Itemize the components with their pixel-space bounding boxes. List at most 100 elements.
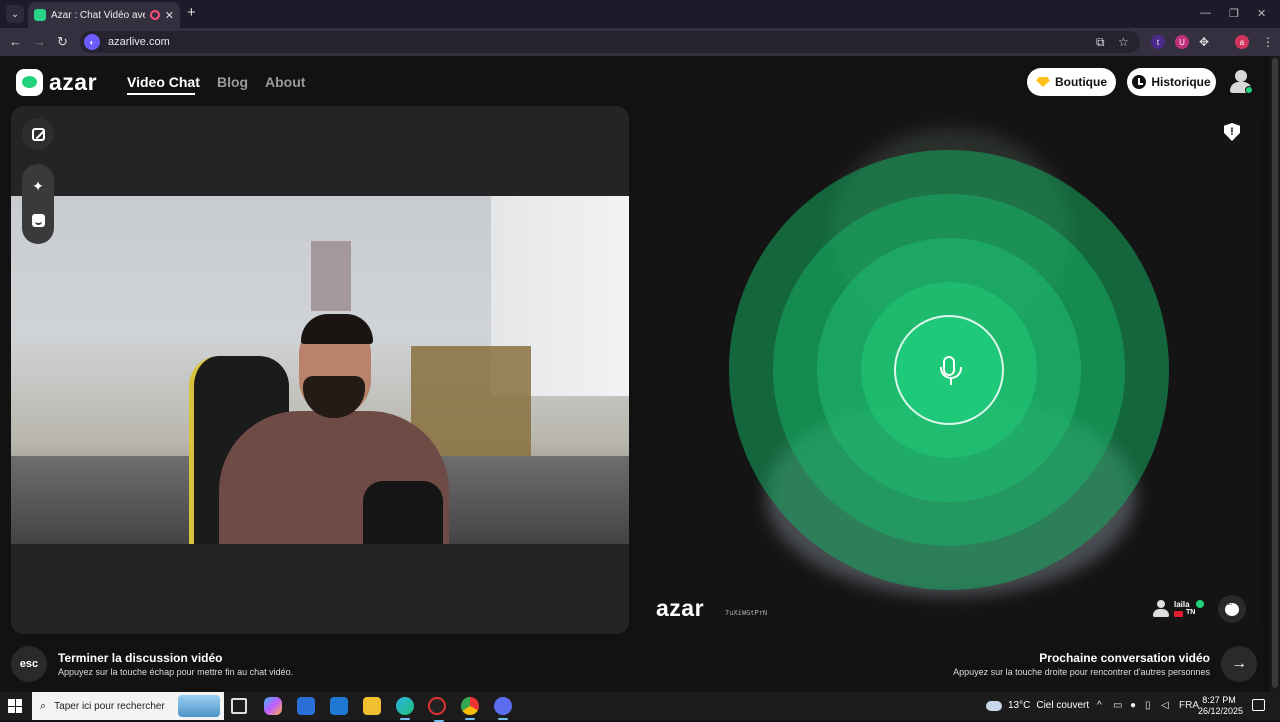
browser-toolbar: ← → ↻ ◐ azarlive.com ⧉ ☆ t U ✥ a ⋮ xyxy=(0,28,1280,56)
scrollbar-thumb[interactable] xyxy=(1272,58,1278,688)
expand-video-button[interactable] xyxy=(22,118,54,150)
taskbar-search-box[interactable]: ⌕ Taper ici pour rechercher xyxy=(32,692,224,720)
extensions-puzzle-icon[interactable]: ✥ xyxy=(1199,35,1209,49)
recording-indicator-icon xyxy=(149,10,160,20)
nav-video-chat[interactable]: Video Chat xyxy=(127,74,200,90)
azar-watermark-logo: azar xyxy=(656,595,705,621)
microphone-tray-icon[interactable]: ● xyxy=(1130,700,1136,711)
sticker-face-icon xyxy=(31,213,45,227)
video-microphone xyxy=(363,481,443,544)
expand-icon xyxy=(31,127,45,141)
partner-video-panel: ! azar 7uXiWGtPrN laila TN xyxy=(641,106,1259,634)
peer-name: laila xyxy=(1174,600,1190,609)
peer-avatar-icon[interactable] xyxy=(1153,600,1169,618)
peer-country: TN xyxy=(1186,609,1196,616)
show-hidden-icons-chevron-icon[interactable]: ^ xyxy=(1097,700,1102,711)
discord-icon[interactable] xyxy=(494,697,512,720)
install-app-icon[interactable]: ⧉ xyxy=(1096,35,1105,49)
forward-button[interactable]: → xyxy=(33,34,46,50)
boutique-label: Boutique xyxy=(1055,75,1107,89)
new-tab-button[interactable]: + xyxy=(187,5,196,21)
copilot-icon[interactable] xyxy=(264,697,282,715)
bookmark-star-icon[interactable]: ☆ xyxy=(1118,35,1129,49)
azar-logo[interactable]: azar xyxy=(16,69,97,96)
browser-tab-azar[interactable]: Azar : Chat Vidéo avec de n ✕ xyxy=(28,2,180,28)
gem-icon xyxy=(1036,77,1050,87)
chat-bubble-icon xyxy=(1225,600,1239,616)
taskbar-clock[interactable]: 8:27 PM 26/12/2025 xyxy=(1198,695,1243,717)
weather-widget[interactable]: 13°C Ciel couvert xyxy=(986,700,1089,711)
end-chat-title: Terminer la discussion vidéo xyxy=(58,651,223,665)
video-effects-toolbar: ✦ xyxy=(22,164,54,244)
next-chat-subtitle: Appuyez sur la touche droite pour rencon… xyxy=(953,667,1210,677)
end-chat-subtitle: Appuyez sur la touche échap pour mettre … xyxy=(58,667,294,677)
tab-search-dropdown[interactable]: ⌄ xyxy=(6,5,24,23)
historique-label: Historique xyxy=(1151,75,1211,89)
azar-logo-icon xyxy=(16,69,43,96)
voice-mic-button[interactable] xyxy=(894,315,1004,425)
next-chat-button[interactable]: → xyxy=(1221,646,1257,682)
notification-center-icon[interactable] xyxy=(1252,699,1265,711)
cloud-icon xyxy=(986,700,1002,711)
window-close-button[interactable]: ✕ xyxy=(1257,7,1266,20)
edge-icon[interactable] xyxy=(396,697,414,720)
url-text: azarlive.com xyxy=(108,36,170,48)
site-info-icon[interactable]: ◐ xyxy=(84,34,100,50)
extension-t-icon[interactable]: t xyxy=(1151,35,1165,49)
address-bar[interactable]: ◐ azarlive.com xyxy=(80,31,1140,53)
partner-id: 7uXiWGtPrN xyxy=(725,609,768,617)
weather-text: Ciel couvert xyxy=(1036,700,1090,711)
tab-close-button[interactable]: ✕ xyxy=(165,9,174,22)
clock-time: 8:27 PM xyxy=(1202,695,1236,705)
user-profile-button[interactable] xyxy=(1229,69,1253,95)
verified-badge-icon xyxy=(1196,600,1204,608)
self-camera-feed xyxy=(11,196,629,544)
reload-button[interactable]: ↻ xyxy=(57,34,68,50)
nav-active-underline xyxy=(127,93,195,95)
tunisia-flag-icon xyxy=(1174,611,1183,617)
end-chat-button[interactable]: esc xyxy=(11,646,47,682)
profile-avatar-icon[interactable]: a xyxy=(1235,35,1249,49)
logo-text: azar xyxy=(49,69,98,95)
peer-avatar-body xyxy=(1153,609,1169,617)
restore-button[interactable]: ❐ xyxy=(1229,7,1239,20)
task-view-icon[interactable] xyxy=(231,698,247,714)
azar-favicon-icon xyxy=(34,9,46,21)
historique-button[interactable]: Historique xyxy=(1127,68,1216,96)
language-indicator[interactable]: FRA xyxy=(1179,700,1199,711)
volume-icon[interactable]: ◁ xyxy=(1161,700,1169,711)
extension-u-icon[interactable]: U xyxy=(1175,35,1189,49)
next-chat-title: Prochaine conversation vidéo xyxy=(1039,651,1210,665)
back-button[interactable]: ← xyxy=(9,34,22,50)
video-person-hair xyxy=(301,314,373,344)
nav-about[interactable]: About xyxy=(265,74,305,90)
browser-menu-button[interactable]: ⋮ xyxy=(1262,35,1274,49)
search-highlight-image xyxy=(178,695,220,717)
chat-button[interactable] xyxy=(1218,595,1246,623)
user-head-icon xyxy=(1235,70,1247,82)
tab-title: Azar : Chat Vidéo avec de n xyxy=(51,9,145,21)
azar-page: azar Video Chat Blog About Boutique Hist… xyxy=(0,56,1280,692)
video-wall-poster xyxy=(311,241,351,311)
search-placeholder: Taper ici pour rechercher xyxy=(54,700,165,712)
sparkle-effects-button[interactable]: ✦ xyxy=(22,170,54,202)
nav-blog[interactable]: Blog xyxy=(217,74,248,90)
windows-start-icon[interactable] xyxy=(8,699,22,713)
sticker-button[interactable] xyxy=(22,204,54,236)
file-explorer-icon[interactable] xyxy=(363,697,381,715)
report-exclamation: ! xyxy=(1230,125,1234,138)
browser-tab-strip: ⌄ Azar : Chat Vidéo avec de n ✕ + — ❐ ✕ xyxy=(0,0,1280,28)
battery-icon[interactable]: ▯ xyxy=(1145,700,1151,711)
outlook-icon[interactable] xyxy=(330,697,348,715)
minimize-button[interactable]: — xyxy=(1200,7,1211,19)
boutique-button[interactable]: Boutique xyxy=(1027,68,1116,96)
obs-recorder-icon[interactable] xyxy=(428,697,446,722)
network-icon[interactable]: ▭ xyxy=(1113,700,1122,711)
windows-taskbar: ⌕ Taper ici pour rechercher 13°C Ciel co… xyxy=(0,692,1280,722)
chrome-icon[interactable] xyxy=(461,697,479,720)
peer-avatar-head xyxy=(1157,600,1165,608)
my-video-panel xyxy=(11,106,629,634)
report-shield-icon[interactable]: ! xyxy=(1224,123,1240,141)
store-icon[interactable] xyxy=(297,697,315,715)
sparkle-icon: ✦ xyxy=(32,177,44,194)
